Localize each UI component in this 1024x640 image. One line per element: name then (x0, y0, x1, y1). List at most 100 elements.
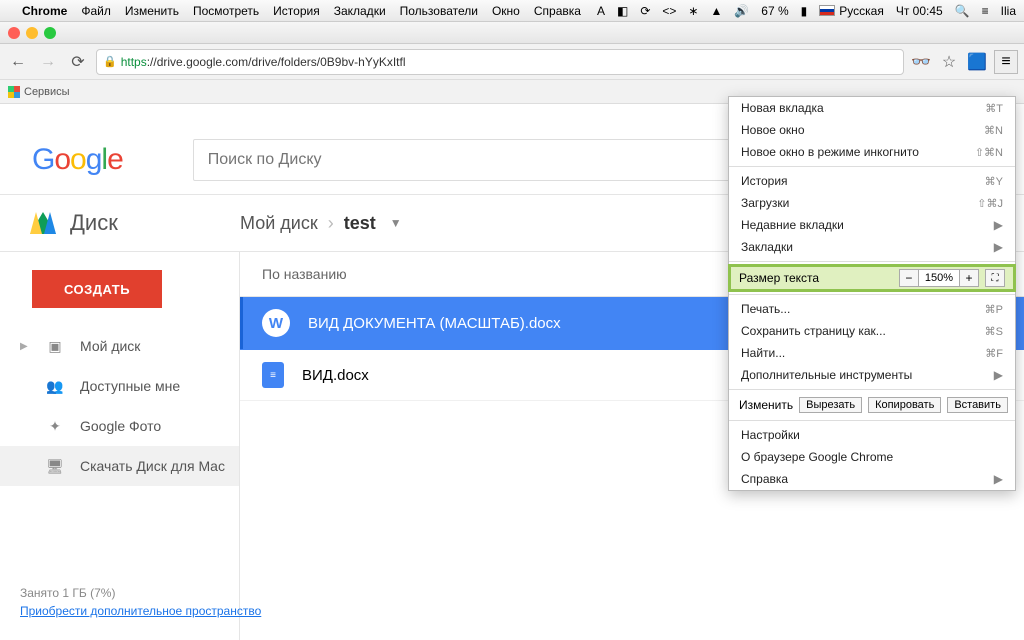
sidebar-item-mydrive[interactable]: ▶ ▣ Мой диск (0, 326, 239, 366)
star-icon[interactable]: ☆ (938, 51, 960, 73)
storage-info: Занято 1 ГБ (7%) Приобрести дополнительн… (20, 584, 261, 620)
drive-logo-icon[interactable] (30, 212, 56, 234)
menu-help[interactable]: Справка▶ (729, 468, 1015, 490)
menu-downloads[interactable]: Загрузки⇧⌘J (729, 192, 1015, 214)
chevron-right-icon: › (328, 213, 334, 234)
monitor-icon: 🖥 (44, 456, 66, 476)
menu-find[interactable]: Найти...⌘F (729, 342, 1015, 364)
sidebar-item-label: Мой диск (80, 338, 140, 354)
menu-more-tools[interactable]: Дополнительные инструменты▶ (729, 364, 1015, 386)
code-icon[interactable]: <> (662, 4, 676, 18)
expand-icon[interactable]: ▶ (20, 341, 30, 352)
extension-icon[interactable]: 🟦 (966, 51, 988, 73)
edit-label: Изменить (739, 398, 793, 412)
chrome-menu-button[interactable]: ≡ (994, 50, 1018, 74)
sidebar-item-download[interactable]: 🖥 Скачать Диск для Mac (0, 446, 239, 486)
menu-view[interactable]: Посмотреть (193, 4, 259, 18)
clock[interactable]: Чт 00:45 (896, 4, 943, 18)
menu-settings[interactable]: Настройки (729, 424, 1015, 446)
input-lang[interactable]: Русская (819, 4, 884, 18)
menu-edit[interactable]: Изменить (125, 4, 179, 18)
menu-save-as[interactable]: Сохранить страницу как...⌘S (729, 320, 1015, 342)
zoom-in-button[interactable]: + (959, 269, 979, 287)
search-input[interactable] (193, 139, 733, 181)
apps-icon[interactable] (8, 86, 20, 98)
menu-recent-tabs[interactable]: Недавние вкладки▶ (729, 214, 1015, 236)
sidebar-item-label: Скачать Диск для Mac (80, 458, 225, 474)
crumb-root[interactable]: Мой диск (240, 213, 318, 234)
photos-icon: ✦ (44, 416, 66, 436)
caret-down-icon[interactable]: ▼ (390, 216, 402, 230)
fullscreen-button[interactable]: ⛶ (985, 269, 1005, 287)
battery-icon[interactable]: ▮ (801, 4, 808, 18)
menu-new-tab[interactable]: Новая вкладка⌘T (729, 97, 1015, 119)
crumb-current[interactable]: test (344, 213, 376, 234)
menu-help[interactable]: Справка (534, 4, 581, 18)
file-name: ВИД.docx (302, 367, 369, 384)
menu-new-window[interactable]: Новое окно⌘N (729, 119, 1015, 141)
cut-button[interactable]: Вырезать (799, 397, 862, 413)
menu-incognito[interactable]: Новое окно в режиме инкогнито⇧⌘N (729, 141, 1015, 163)
sidebar-item-label: Доступные мне (80, 378, 180, 394)
back-button[interactable]: ← (6, 50, 30, 74)
url-scheme: https (121, 55, 147, 69)
wifi-icon[interactable]: ▲ (710, 4, 722, 18)
file-name: ВИД ДОКУМЕНТА (МАСШТАБ).docx (308, 315, 561, 332)
chrome-window: ← → ⟳ 🔒 https://drive.google.com/drive/f… (0, 22, 1024, 640)
menu-edit-row: Изменить Вырезать Копировать Вставить (729, 393, 1015, 417)
google-logo[interactable]: Google (32, 143, 123, 177)
paste-button[interactable]: Вставить (947, 397, 1008, 413)
volume-icon[interactable]: 🔊 (734, 4, 749, 18)
url-rest: ://drive.google.com/drive/folders/0B9bv-… (147, 55, 406, 69)
lock-icon: 🔒 (103, 55, 117, 68)
menu-window[interactable]: Окно (492, 4, 520, 18)
drive-brand-label[interactable]: Диск (70, 210, 118, 236)
url-bar[interactable]: 🔒 https://drive.google.com/drive/folders… (96, 49, 904, 75)
spotlight-icon[interactable]: 🔍 (955, 4, 970, 18)
chrome-menu: Новая вкладка⌘T Новое окно⌘N Новое окно … (728, 96, 1016, 491)
menu-about[interactable]: О браузере Google Chrome (729, 446, 1015, 468)
sync-icon[interactable]: ⟳ (640, 4, 650, 18)
menu-bookmarks[interactable]: Закладки (334, 4, 386, 18)
menu-bookmarks[interactable]: Закладки▶ (729, 236, 1015, 258)
gdoc-icon: ≡ (262, 362, 284, 388)
reload-button[interactable]: ⟳ (66, 50, 90, 74)
sidebar-item-shared[interactable]: 👥 Доступные мне (0, 366, 239, 406)
breadcrumb: Мой диск › test ▼ (240, 213, 402, 234)
browser-toolbar: ← → ⟳ 🔒 https://drive.google.com/drive/f… (0, 44, 1024, 80)
storage-upgrade-link[interactable]: Приобрести дополнительное пространство (20, 604, 261, 618)
create-button[interactable]: СОЗДАТЬ (32, 270, 162, 308)
user-name[interactable]: Ilia (1001, 4, 1016, 18)
battery-text[interactable]: 67 % (761, 4, 788, 18)
window-zoom-icon[interactable] (44, 27, 56, 39)
notifications-icon[interactable]: ≡ (982, 4, 989, 18)
bluetooth-icon[interactable]: ∗ (688, 4, 698, 18)
sidebar: СОЗДАТЬ ▶ ▣ Мой диск 👥 Доступные мне ✦ G… (0, 252, 240, 640)
app-name[interactable]: Chrome (22, 4, 67, 18)
display-icon[interactable]: ◧ (617, 4, 628, 18)
menu-zoom-row: Размер текста − 150% + ⛶ (729, 265, 1015, 291)
word-doc-icon: W (262, 309, 290, 337)
copy-button[interactable]: Копировать (868, 397, 941, 413)
people-icon: 👥 (44, 376, 66, 396)
storage-used: Занято 1 ГБ (7%) (20, 584, 261, 602)
menu-history[interactable]: История⌘Y (729, 170, 1015, 192)
flag-ru-icon (819, 5, 835, 16)
window-titlebar (0, 22, 1024, 44)
menu-file[interactable]: Файл (81, 4, 111, 18)
sidebar-item-label: Google Фото (80, 418, 161, 434)
adobe-icon[interactable]: A (597, 4, 605, 18)
bookmarks-label[interactable]: Сервисы (24, 86, 70, 98)
mac-menubar: Chrome Файл Изменить Посмотреть История … (0, 0, 1024, 22)
window-minimize-icon[interactable] (26, 27, 38, 39)
window-close-icon[interactable] (8, 27, 20, 39)
zoom-out-button[interactable]: − (899, 269, 919, 287)
sidebar-item-photos[interactable]: ✦ Google Фото (0, 406, 239, 446)
zoom-value: 150% (919, 269, 959, 287)
incognito-icon[interactable]: 👓 (910, 51, 932, 73)
forward-button[interactable]: → (36, 50, 60, 74)
folder-icon: ▣ (44, 336, 66, 356)
menu-print[interactable]: Печать...⌘P (729, 298, 1015, 320)
menu-users[interactable]: Пользователи (400, 4, 478, 18)
menu-history[interactable]: История (273, 4, 320, 18)
